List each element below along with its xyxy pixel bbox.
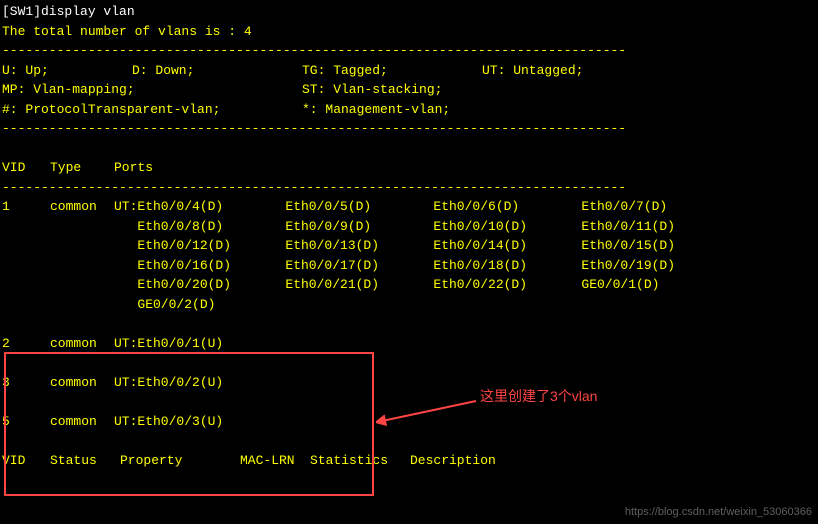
footer-stats: Statistics: [310, 451, 410, 471]
port-entry: Eth0/0/12(D): [114, 236, 262, 256]
vlan-vid: 2: [2, 334, 50, 354]
port-entry: Eth0/0/17(D): [262, 256, 410, 276]
vlan-row: 3commonUT:Eth0/0/2(U): [2, 373, 816, 393]
header-ports: Ports: [114, 158, 816, 178]
legend-stacking: ST: Vlan-stacking;: [302, 82, 442, 97]
footer-status: Status: [50, 451, 120, 471]
vlan-ports: UT:Eth0/0/4(D) Eth0/0/5(D) Eth0/0/6(D) E…: [114, 197, 816, 314]
legend-protocol: #: ProtocolTransparent-vlan;: [2, 100, 302, 120]
footer-desc: Description: [410, 451, 496, 471]
port-entry: Eth0/0/18(D): [410, 256, 558, 276]
vlan-row: 1commonUT:Eth0/0/4(D) Eth0/0/5(D) Eth0/0…: [2, 197, 816, 314]
vlan-type: common: [50, 334, 114, 354]
port-entry: Eth0/0/22(D): [410, 275, 558, 295]
port-entry: Eth0/0/5(D): [262, 197, 410, 217]
port-entry: Eth0/0/7(D): [558, 197, 706, 217]
footer-maclrn: MAC-LRN: [240, 451, 310, 471]
blank-line: [2, 139, 816, 159]
blank-line: [2, 431, 816, 451]
vlan-ports: UT:Eth0/0/1(U): [114, 334, 816, 354]
port-entry: Eth0/0/11(D): [558, 217, 706, 237]
port-entry: Eth0/0/10(D): [410, 217, 558, 237]
port-entry: Eth0/0/15(D): [558, 236, 706, 256]
vlan-ports: UT:Eth0/0/3(U): [114, 412, 816, 432]
legend-mapping: MP: Vlan-mapping;: [2, 80, 302, 100]
legend-untagged: UT: Untagged;: [482, 63, 583, 78]
vlan-ports: UT:Eth0/0/2(U): [114, 373, 816, 393]
table-header: VID Type Ports: [2, 158, 816, 178]
port-entry: Eth0/0/21(D): [262, 275, 410, 295]
vlan-type: common: [50, 412, 114, 432]
port-entry: UT:Eth0/0/1(U): [114, 334, 262, 354]
vlan-row: 5commonUT:Eth0/0/3(U): [2, 412, 816, 432]
legend-tagged: TG: Tagged;: [302, 61, 482, 81]
port-entry: Eth0/0/16(D): [114, 256, 262, 276]
port-entry: Eth0/0/20(D): [114, 275, 262, 295]
blank-line: [2, 392, 816, 412]
port-entry: GE0/0/1(D): [558, 275, 706, 295]
port-entry: Eth0/0/9(D): [262, 217, 410, 237]
footer-vid: VID: [2, 451, 50, 471]
legend-row3: #: ProtocolTransparent-vlan;*: Managemen…: [2, 100, 816, 120]
legend-row1: U: Up;D: Down;TG: Tagged;UT: Untagged;: [2, 61, 816, 81]
watermark: https://blog.csdn.net/weixin_53060366: [625, 504, 812, 521]
vlan-vid: 3: [2, 373, 50, 393]
divider: ----------------------------------------…: [2, 178, 816, 198]
port-entry: UT:Eth0/0/3(U): [114, 412, 262, 432]
footer-property: Property: [120, 451, 240, 471]
port-entry: Eth0/0/19(D): [558, 256, 706, 276]
port-entry: Eth0/0/14(D): [410, 236, 558, 256]
vlan-vid: 1: [2, 197, 50, 314]
vlan-vid: 5: [2, 412, 50, 432]
header-type: Type: [50, 158, 114, 178]
header-vid: VID: [2, 158, 50, 178]
prompt-line: [SW1]display vlan: [2, 2, 816, 22]
blank-line: [2, 353, 816, 373]
total-vlans: The total number of vlans is : 4: [2, 22, 816, 42]
legend-up: U: Up;: [2, 61, 132, 81]
vlan-list: 1commonUT:Eth0/0/4(D) Eth0/0/5(D) Eth0/0…: [2, 197, 816, 451]
vlan-type: common: [50, 197, 114, 314]
legend-row2: MP: Vlan-mapping;ST: Vlan-stacking;: [2, 80, 816, 100]
legend-down: D: Down;: [132, 61, 302, 81]
divider: ----------------------------------------…: [2, 119, 816, 139]
port-entry: Eth0/0/8(D): [114, 217, 262, 237]
legend-management: *: Management-vlan;: [302, 102, 450, 117]
blank-line: [2, 314, 816, 334]
table-footer-header: VID Status Property MAC-LRN Statistics D…: [2, 451, 816, 471]
port-entry: UT:Eth0/0/2(U): [114, 373, 262, 393]
port-entry: Eth0/0/13(D): [262, 236, 410, 256]
port-entry: GE0/0/2(D): [114, 295, 262, 315]
vlan-row: 2commonUT:Eth0/0/1(U): [2, 334, 816, 354]
port-entry: UT:Eth0/0/4(D): [114, 197, 262, 217]
divider: ----------------------------------------…: [2, 41, 816, 61]
vlan-type: common: [50, 373, 114, 393]
port-entry: Eth0/0/6(D): [410, 197, 558, 217]
